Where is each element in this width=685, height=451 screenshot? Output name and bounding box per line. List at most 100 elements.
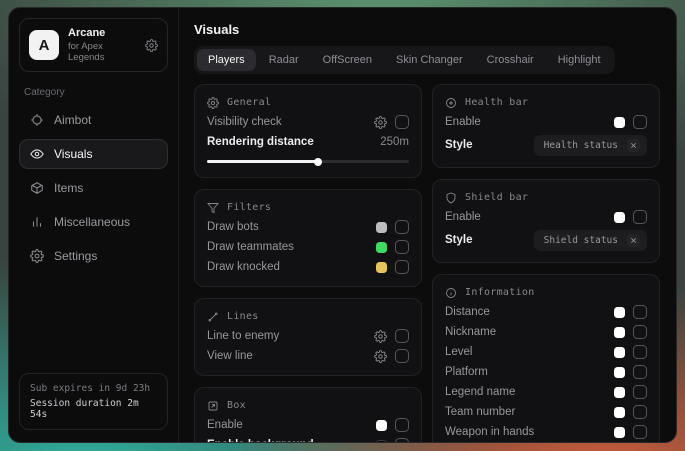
tab-offscreen[interactable]: OffScreen (312, 49, 383, 71)
platform-checkbox[interactable] (633, 365, 647, 379)
line-to-enemy-checkbox[interactable] (395, 329, 409, 343)
diagonal-line-icon (207, 311, 219, 323)
page-title: Visuals (194, 22, 660, 37)
tab-players[interactable]: Players (197, 49, 256, 71)
legend-name-checkbox[interactable] (633, 385, 647, 399)
distance-color-swatch[interactable] (614, 307, 625, 318)
draw-bots-checkbox[interactable] (395, 220, 409, 234)
sidebar-item-settings[interactable]: Settings (19, 241, 168, 271)
draw-knocked-color-swatch[interactable] (376, 262, 387, 273)
box-enable-color-swatch[interactable] (376, 420, 387, 431)
platform-label: Platform (445, 366, 488, 378)
draw-knocked-label: Draw knocked (207, 261, 280, 273)
rendering-distance-value: 250m (380, 136, 409, 148)
panel-box: Box Enable Enable background (194, 387, 422, 442)
weapon-checkbox[interactable] (633, 425, 647, 439)
clear-icon[interactable] (627, 139, 640, 152)
view-line-label: View line (207, 350, 253, 362)
view-line-checkbox[interactable] (395, 349, 409, 363)
bars-icon (30, 215, 44, 229)
main-content: Visuals Players Radar OffScreen Skin Cha… (179, 8, 676, 442)
brand-name: Arcane (68, 27, 136, 39)
nickname-color-swatch[interactable] (614, 327, 625, 338)
sidebar-item-aimbot[interactable]: Aimbot (19, 105, 168, 135)
legend-name-color-swatch[interactable] (614, 387, 625, 398)
shield-style-select[interactable]: Shield status (534, 230, 647, 251)
draw-teammates-color-swatch[interactable] (376, 242, 387, 253)
rendering-distance-slider[interactable] (207, 160, 409, 163)
sidebar-item-label: Settings (54, 249, 97, 263)
shield-icon (445, 192, 457, 204)
line-to-enemy-label: Line to enemy (207, 330, 279, 342)
team-number-checkbox[interactable] (633, 405, 647, 419)
level-checkbox[interactable] (633, 345, 647, 359)
brand-logo: A (29, 30, 59, 60)
visibility-check-checkbox[interactable] (395, 115, 409, 129)
tab-crosshair[interactable]: Crosshair (476, 49, 545, 71)
tab-radar[interactable]: Radar (258, 49, 310, 71)
health-color-swatch[interactable] (614, 117, 625, 128)
health-enable-checkbox[interactable] (633, 115, 647, 129)
team-number-color-swatch[interactable] (614, 407, 625, 418)
level-color-swatch[interactable] (614, 347, 625, 358)
sidebar-item-miscellaneous[interactable]: Miscellaneous (19, 207, 168, 237)
shield-style-label: Style (445, 234, 473, 246)
subscription-status: Sub expires in 9d 23h Session duration 2… (19, 373, 168, 430)
level-label: Level (445, 346, 473, 358)
panel-filters: Filters Draw bots Draw teammates (194, 189, 422, 287)
draw-knocked-checkbox[interactable] (395, 260, 409, 274)
sidebar-item-items[interactable]: Items (19, 173, 168, 203)
shield-enable-checkbox[interactable] (633, 210, 647, 224)
visibility-check-label: Visibility check (207, 116, 282, 128)
sidebar-item-label: Items (54, 181, 83, 195)
brand-card: A Arcane for Apex Legends (19, 18, 168, 72)
box-enable-label: Enable (207, 419, 243, 431)
box-background-checkbox[interactable] (395, 438, 409, 442)
gear-icon[interactable] (374, 330, 387, 343)
brand-settings-icon[interactable] (145, 39, 158, 52)
box-enable-checkbox[interactable] (395, 418, 409, 432)
box-background-color-swatch[interactable] (376, 440, 387, 443)
crosshair-icon (30, 113, 44, 127)
panel-lines: Lines Line to enemy View line (194, 298, 422, 376)
info-icon (445, 287, 457, 299)
weapon-color-swatch[interactable] (614, 427, 625, 438)
panel-title: Box (227, 400, 246, 411)
brand-subtitle: for Apex Legends (68, 41, 136, 63)
box-enable-background-label: Enable background (207, 439, 314, 442)
health-cross-icon (445, 97, 457, 109)
draw-bots-color-swatch[interactable] (376, 222, 387, 233)
sidebar-item-label: Aimbot (54, 113, 91, 127)
tab-skin-changer[interactable]: Skin Changer (385, 49, 474, 71)
panel-title: Shield bar (465, 192, 528, 203)
draw-teammates-checkbox[interactable] (395, 240, 409, 254)
health-enable-label: Enable (445, 116, 481, 128)
platform-color-swatch[interactable] (614, 367, 625, 378)
session-duration-text: Session duration 2m 54s (30, 398, 157, 420)
legend-name-label: Legend name (445, 386, 515, 398)
sidebar: A Arcane for Apex Legends Category Aimbo… (9, 8, 179, 442)
slider-handle[interactable] (314, 158, 322, 166)
distance-label: Distance (445, 306, 490, 318)
panel-information: Information Distance Nickname (432, 274, 660, 442)
panel-title: Information (465, 287, 535, 298)
rendering-distance-label: Rendering distance (207, 136, 314, 148)
panel-title: Lines (227, 311, 259, 322)
panel-shield-bar: Shield bar Enable Style Shield status (432, 179, 660, 263)
sidebar-item-visuals[interactable]: Visuals (19, 139, 168, 169)
category-label: Category (24, 87, 163, 98)
health-style-select[interactable]: Health status (534, 135, 647, 156)
gear-icon[interactable] (374, 350, 387, 363)
package-icon (30, 181, 44, 195)
gear-icon[interactable] (374, 116, 387, 129)
panel-title: Filters (227, 202, 271, 213)
clear-icon[interactable] (627, 234, 640, 247)
distance-checkbox[interactable] (633, 305, 647, 319)
shield-color-swatch[interactable] (614, 212, 625, 223)
nickname-label: Nickname (445, 326, 496, 338)
tab-highlight[interactable]: Highlight (547, 49, 612, 71)
sub-expires-text: Sub expires in 9d 23h (30, 383, 157, 394)
nickname-checkbox[interactable] (633, 325, 647, 339)
panel-health-bar: Health bar Enable Style Health status (432, 84, 660, 168)
team-number-label: Team number (445, 406, 515, 418)
